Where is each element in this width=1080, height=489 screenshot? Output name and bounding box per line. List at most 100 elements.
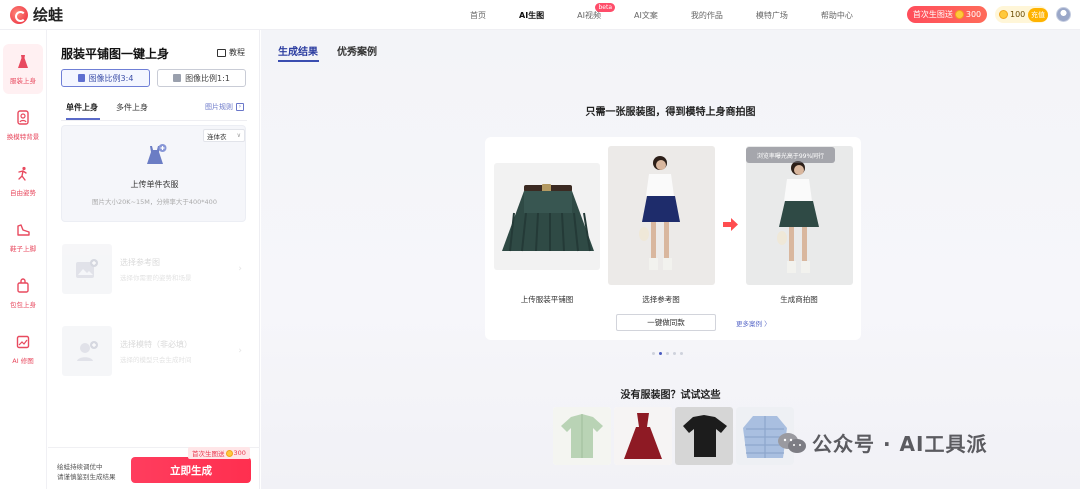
coin-icon [954,10,964,19]
generate-now-button[interactable]: 立即生成 [131,457,251,483]
more-cases-link[interactable]: 更多案例 〉 [736,318,771,328]
panel-footer: 绘蛙持续调优中 请谨慎鉴别生成结果 立即生成 首次生图送 300 [48,447,260,489]
square-ratio-icon [173,74,182,82]
portrait-ratio-icon [77,74,85,82]
arrow-right-icon: › [236,103,244,111]
nav-item-model-plaza[interactable]: 模特广场 [756,10,788,21]
tab-results[interactable]: 生成结果 [278,43,318,58]
carousel-dot[interactable] [652,352,655,355]
sample-red-dress[interactable] [614,407,672,465]
try-samples-headline: 没有服装图？试试这些 [620,390,721,401]
demo-card: 浏览率曝光高于99%同行 上传服装平铺图 选择参考图 生成商拍图 一键做同款 更… [485,137,861,340]
tutorial-label: 教程 [229,48,245,57]
caption-flat-lay: 上传服装平铺图 [520,295,574,304]
app-logo[interactable]: 绘蛙 [10,0,63,30]
ratio-3-4-button[interactable]: 图像比例3:4 [61,69,150,87]
image-rules-label: 图片规则 [205,103,233,111]
upload-hint: 图片大小20K~15M，分辨率大于400*400 [92,198,217,206]
carousel-dot-active[interactable] [659,352,662,355]
app-name: 绘蛙 [33,6,64,24]
nav-item-ai-image[interactable]: AI生图 [519,10,544,21]
top-bar: 绘蛙 首页 AI生图 AI视频 beta AI文案 我的作品 模特广场 帮助中心 … [0,0,1080,30]
model-add-icon [62,326,112,376]
select-reference-image[interactable]: 选择参考图 选择你需要的姿势和场景 › [61,236,246,302]
tab-divider [61,120,247,121]
nav-item-ai-video[interactable]: AI视频 beta [577,2,616,21]
sidebar-item-label: 自由姿势 [10,188,36,197]
caption-reference: 选择参考图 [642,295,680,304]
nav-item-help[interactable]: 帮助中心 [821,10,853,21]
sample-black-tshirt[interactable] [675,407,733,465]
nav-item-ai-copy[interactable]: AI文案 [634,10,658,21]
image-rules-link[interactable]: 图片规则 › [205,102,244,112]
recharge-button[interactable]: 充值 [1028,7,1048,22]
first-gen-badge: 首次生图送 300 [188,447,250,459]
wechat-watermark: 公众号 · AI工具派 [777,428,987,457]
footer-hint-line1: 绘蛙持续调优中 [57,463,103,471]
ratio-label: 图像比例1:1 [185,73,230,83]
flat-lay-image [494,163,600,270]
user-avatar[interactable] [1056,7,1071,22]
dress-icon [15,54,31,70]
coin-icon [225,449,233,457]
footer-hint: 绘蛙持续调优中 请谨慎鉴别生成结果 [57,462,116,482]
points-balance: 100 充值 [995,6,1048,23]
model-frame-icon [15,110,31,126]
carousel-dots [652,352,687,355]
model-subtitle: 选择的模型只会生成时间 [120,355,192,364]
points-value: 100 [1010,10,1026,19]
sidebar-item-label: 包包上身 [10,300,36,309]
reference-model-image [608,146,715,285]
promo-amount: 300 [965,10,982,19]
image-edit-icon [15,334,31,350]
carousel-dot[interactable] [666,352,669,355]
ratio-1-1-button[interactable]: 图像比例1:1 [157,69,246,87]
garment-type-select[interactable]: 连体衣 ∨ [203,129,245,142]
sidebar-item-label: 服装上身 [10,76,36,85]
nav-item-my-works[interactable]: 我的作品 [691,10,723,21]
tab-multi-item[interactable]: 多件上身 [116,102,148,113]
exposure-tag: 浏览率曝光高于99%同行 [746,147,835,163]
sidebar-item-bag-on-body[interactable]: 包包上身 [3,268,43,318]
tab-single-item[interactable]: 单件上身 [66,102,98,113]
watermark-text: 公众号 · AI工具派 [812,432,988,456]
main-content: 生成结果 优秀案例 只需一张服装图，得到模特上身商拍图 浏览率曝光高于99%同行… [261,30,1080,489]
active-tab-indicator [278,60,319,62]
tab-showcase[interactable]: 优秀案例 [337,43,377,58]
sidebar-item-clothing-on-body[interactable]: 服装上身 [3,44,43,94]
panel-title: 服装平铺图一键上身 [61,47,170,61]
make-same-button[interactable]: 一键做同款 [616,314,716,331]
dress-upload-icon [147,144,167,164]
sidebar-item-label: AI 修图 [12,356,34,365]
chevron-right-icon: › [238,264,242,274]
upload-clothing-area[interactable]: 连体衣 ∨ 上传单件衣服 图片大小20K~15M，分辨率大于400*400 [61,125,246,222]
main-nav: 首页 AI生图 AI视频 beta AI文案 我的作品 模特广场 帮助中心 [470,0,886,30]
generated-image [746,146,853,285]
sidebar-item-shoes-on-feet[interactable]: 鞋子上脚 [3,212,43,262]
first-gen-promo-button[interactable]: 首次生图送 300 [907,6,987,23]
promo-text: 首次生图送 [912,10,953,19]
sidebar-item-ai-retouch[interactable]: AI 修图 [3,324,43,374]
chevron-down-icon: ∨ [236,132,241,139]
wechat-icon [778,432,806,453]
reference-title: 选择参考图 [120,257,160,267]
hero-headline: 只需一张服装图，得到模特上身商拍图 [585,107,756,118]
carousel-dot[interactable] [673,352,676,355]
badge-text: 首次生图送 [192,450,225,458]
nav-item-home[interactable]: 首页 [470,10,486,21]
badge-amount: 300 [233,449,246,457]
ratio-label: 图像比例3:4 [88,73,134,83]
sample-green-shirt[interactable] [553,407,611,465]
nav-item-ai-video-label: AI视频 [577,10,602,20]
config-panel: 服装平铺图一键上身 教程 图像比例3:4 图像比例1:1 单件上身 多件上身 图… [48,30,260,489]
garment-type-value: 连体衣 [207,132,227,141]
pose-icon [15,166,31,182]
sidebar-item-change-model-bg[interactable]: 换模特背景 [3,100,43,150]
sidebar-item-free-pose[interactable]: 自由姿势 [3,156,43,206]
select-model-optional[interactable]: 选择模特（非必填） 选择的模型只会生成时间 › [61,318,246,384]
carousel-dot[interactable] [680,352,683,355]
tutorial-link[interactable]: 教程 [217,47,245,58]
chevron-right-icon: › [238,346,242,356]
logo-icon [10,5,28,24]
reference-subtitle: 选择你需要的姿势和场景 [120,273,192,282]
